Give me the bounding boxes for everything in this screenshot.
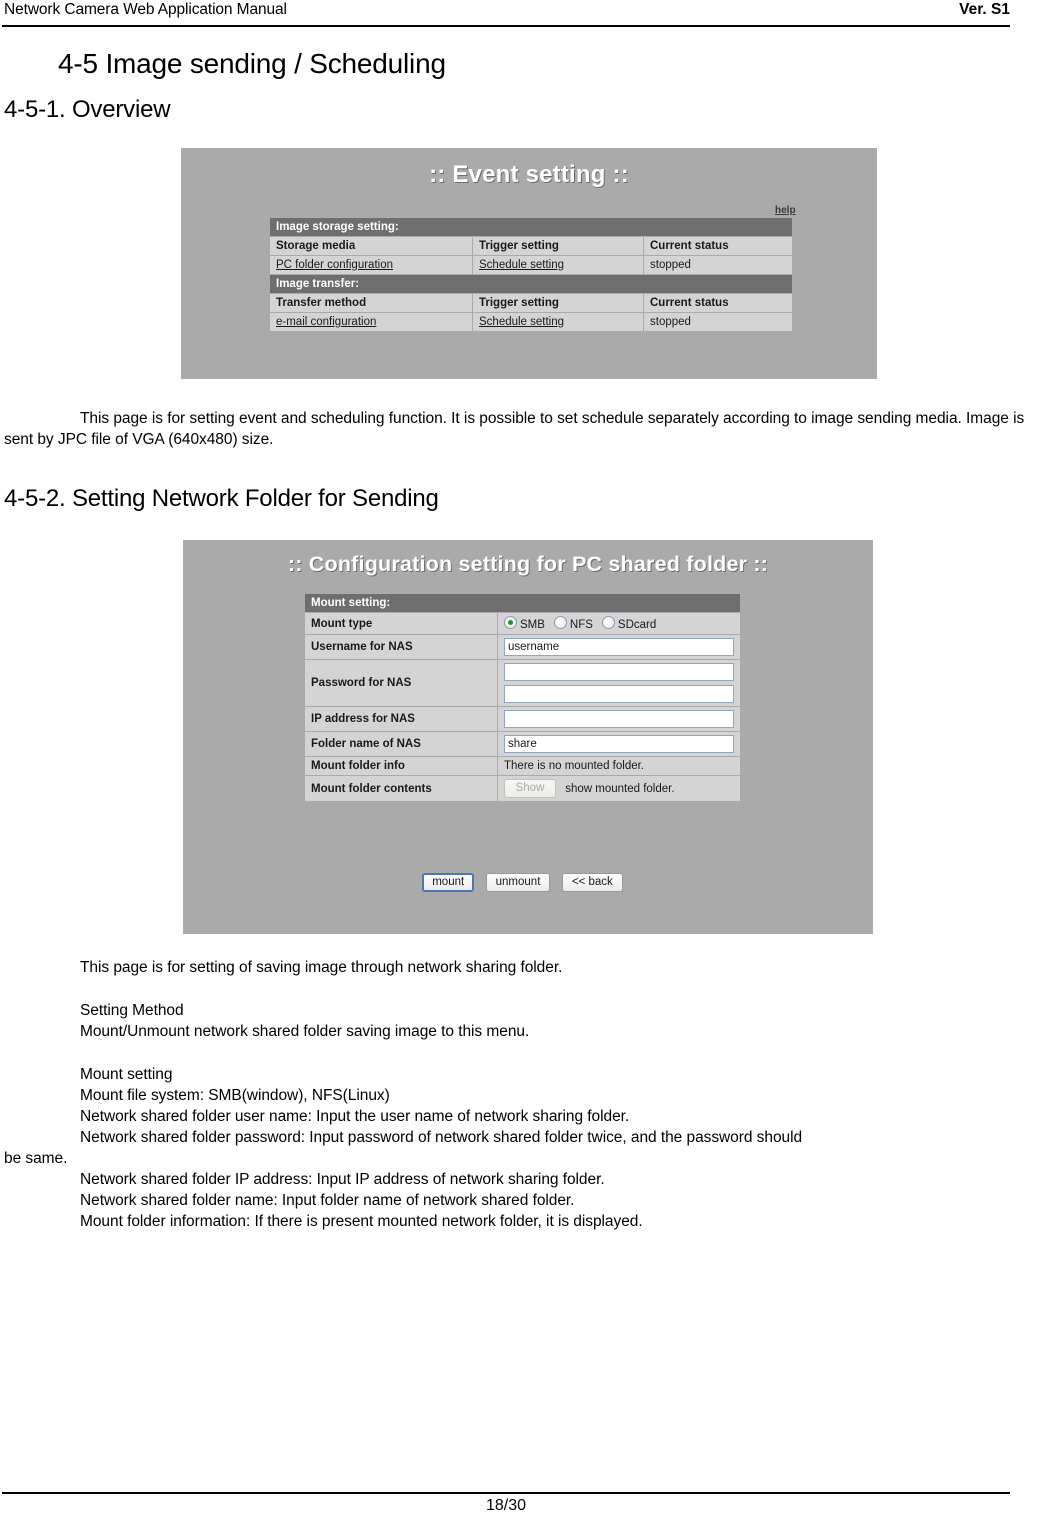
group-header-mount-setting: Mount setting:	[305, 594, 740, 612]
event-setting-title: :: Event setting ::	[429, 161, 629, 188]
table-row-mount-type: Mount type SMB NFS SDcard	[305, 613, 740, 634]
body-line-2: Setting Method	[80, 1002, 184, 1019]
event-setting-table: Image storage setting: Storage media Tri…	[269, 217, 793, 332]
body-line-9: Network shared folder name: Input folder…	[80, 1192, 575, 1209]
schedule-setting-link-transfer[interactable]: Schedule setting	[479, 316, 564, 328]
body-line-4: Mount setting	[80, 1066, 173, 1083]
body-line-1: This page is for setting of saving image…	[80, 959, 563, 976]
body-line-7: Network shared folder password: Input pa…	[80, 1129, 803, 1146]
group-header-image-transfer: Image transfer:	[270, 275, 792, 293]
label-mount-folder-info: Mount folder info	[305, 757, 497, 775]
table-group-header-row: Mount setting:	[305, 594, 740, 612]
radio-label-smb: SMB	[520, 619, 545, 631]
show-mounted-folder-text: show mounted folder.	[565, 782, 675, 795]
cell-transfer-method: e-mail configuration	[270, 313, 472, 331]
cell-folder-name-input: share	[498, 732, 740, 756]
column-header-trigger-setting: Trigger setting	[473, 237, 643, 255]
cell-mount-folder-contents: Show show mounted folder.	[498, 776, 740, 801]
event-setting-screenshot: :: Event setting :: help Image storage s…	[181, 148, 877, 379]
cell-storage-media: PC folder configuration	[270, 256, 472, 274]
email-configuration-link[interactable]: e-mail configuration	[276, 316, 376, 328]
password-input-2[interactable]	[504, 685, 734, 703]
body-line-5: Mount file system: SMB(window), NFS(Linu…	[80, 1087, 390, 1104]
body-line-7b: be same.	[4, 1150, 68, 1167]
pc-folder-configuration-link[interactable]: PC folder configuration	[276, 259, 393, 271]
manual-title: Network Camera Web Application Manual	[4, 1, 287, 18]
table-row-username: Username for NAS username	[305, 635, 740, 659]
body-line-6: Network shared folder user name: Input t…	[80, 1108, 630, 1125]
radio-group-mount-type: SMB NFS SDcard	[504, 616, 665, 631]
subsection-heading-4-5-1: 4-5-1. Overview	[4, 96, 171, 123]
subsection-heading-4-5-2: 4-5-2. Setting Network Folder for Sendin…	[4, 485, 439, 512]
cell-ip-input	[498, 707, 740, 731]
label-password-for-nas: Password for NAS	[305, 660, 497, 706]
cell-trigger-setting: Schedule setting	[473, 256, 643, 274]
page-header: Network Camera Web Application Manual Ve…	[0, 0, 1048, 28]
column-header-transfer-method: Transfer method	[270, 294, 472, 312]
radio-sdcard[interactable]	[601, 616, 615, 629]
table-row-password: Password for NAS	[305, 660, 740, 706]
header-divider	[2, 25, 1010, 27]
back-button[interactable]: << back	[561, 873, 623, 892]
column-header-current-status-transfer: Current status	[644, 294, 792, 312]
mount-button[interactable]: mount	[422, 873, 475, 892]
table-row: PC folder configuration Schedule setting…	[270, 256, 792, 274]
radio-smb[interactable]	[504, 616, 517, 629]
password-input-1[interactable]	[504, 663, 734, 681]
folder-name-input[interactable]: share	[504, 735, 734, 753]
body-line-8: Network shared folder IP address: Input …	[80, 1171, 605, 1188]
body-line-3: Mount/Unmount network shared folder savi…	[80, 1023, 530, 1040]
table-row-ip: IP address for NAS	[305, 707, 740, 731]
table-group-header-row: Image transfer:	[270, 275, 792, 293]
section-heading-4-5: 4-5 Image sending / Scheduling	[58, 48, 446, 79]
pc-shared-folder-title: :: Configuration setting for PC shared f…	[287, 552, 769, 576]
label-mount-type: Mount type	[305, 613, 497, 634]
label-folder-name-of-nas: Folder name of NAS	[305, 732, 497, 756]
table-header-row: Transfer method Trigger setting Current …	[270, 294, 792, 312]
cell-mount-type-options: SMB NFS SDcard	[498, 613, 740, 634]
overview-paragraph: This page is for setting event and sched…	[4, 410, 1025, 448]
unmount-button[interactable]: unmount	[485, 873, 551, 892]
column-header-trigger-setting-transfer: Trigger setting	[473, 294, 643, 312]
table-row-folder-name: Folder name of NAS share	[305, 732, 740, 756]
value-mount-folder-info: There is no mounted folder.	[498, 757, 740, 775]
cell-username-input: username	[498, 635, 740, 659]
cell-password-inputs	[498, 660, 740, 706]
username-input[interactable]: username	[504, 638, 734, 656]
footer-divider	[2, 1492, 1010, 1494]
version-label: Ver. S1	[959, 1, 1010, 18]
help-link[interactable]: help	[775, 205, 796, 216]
label-username-for-nas: Username for NAS	[305, 635, 497, 659]
radio-nfs[interactable]	[553, 616, 567, 629]
radio-label-sdcard: SDcard	[617, 619, 657, 631]
column-header-storage-media: Storage media	[270, 237, 472, 255]
table-row: e-mail configuration Schedule setting st…	[270, 313, 792, 331]
table-group-header-row: Image storage setting:	[270, 218, 792, 236]
group-header-image-storage: Image storage setting:	[270, 218, 792, 236]
cell-current-status-storage: stopped	[644, 256, 792, 274]
table-row-mount-folder-contents: Mount folder contents Show show mounted …	[305, 776, 740, 801]
mount-setting-table: Mount setting: Mount type SMB NFS SDcard U…	[304, 593, 741, 802]
label-ip-address-for-nas: IP address for NAS	[305, 707, 497, 731]
body-line-10: Mount folder information: If there is pr…	[80, 1213, 643, 1230]
page-number: 18/30	[485, 1497, 527, 1514]
cell-current-status-transfer: stopped	[644, 313, 792, 331]
schedule-setting-link-storage[interactable]: Schedule setting	[479, 259, 564, 271]
radio-label-nfs: NFS	[569, 619, 593, 631]
ip-address-input[interactable]	[504, 710, 734, 728]
table-row-mount-folder-info: Mount folder info There is no mounted fo…	[305, 757, 740, 775]
pc-shared-folder-screenshot: :: Configuration setting for PC shared f…	[183, 540, 873, 934]
cell-trigger-setting-transfer: Schedule setting	[473, 313, 643, 331]
column-header-current-status: Current status	[644, 237, 792, 255]
table-header-row: Storage media Trigger setting Current st…	[270, 237, 792, 255]
show-button[interactable]: Show	[504, 779, 556, 798]
mount-button-row: mount unmount << back	[304, 873, 741, 892]
label-mount-folder-contents: Mount folder contents	[305, 776, 497, 801]
